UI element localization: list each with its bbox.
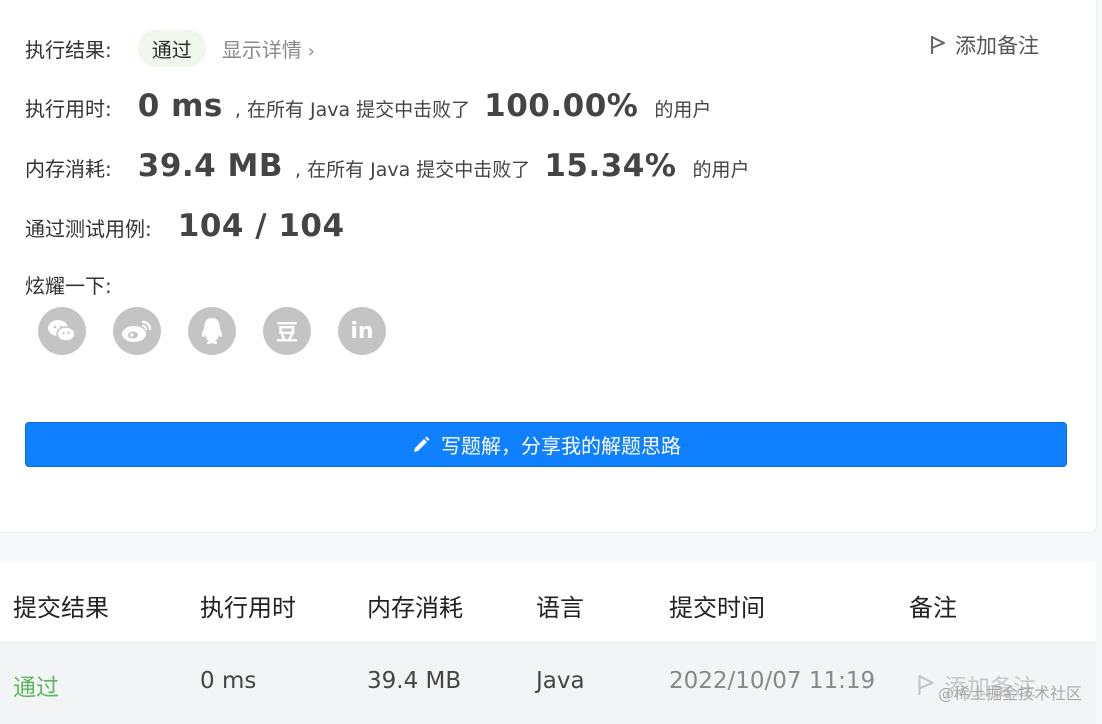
tests-value: 104 / 104	[177, 208, 345, 244]
flag-icon	[918, 675, 934, 695]
row-runtime: 0 ms	[200, 668, 257, 694]
linkedin-glyph: in	[350, 318, 374, 344]
watermark: @稀土掘金技术社区	[937, 684, 1082, 703]
row-submit-time: 2022/10/07 11:19	[669, 668, 876, 694]
share-icons: 豆 in	[38, 307, 386, 355]
weibo-icon[interactable]	[113, 307, 161, 355]
pencil-icon	[414, 436, 430, 452]
table-header: 提交结果 执行用时 内存消耗 语言 提交时间 备注	[0, 562, 1096, 643]
result-label: 执行结果:	[25, 38, 112, 62]
table-row[interactable]: 通过 0 ms 39.4 MB Java 2022/10/07 11:19 添加…	[0, 644, 1096, 724]
memory-row: 内存消耗: 39.4 MB , 在所有 Java 提交中击败了 15.34% 的…	[25, 148, 749, 184]
row-memory: 39.4 MB	[367, 668, 462, 694]
memory-label: 内存消耗:	[25, 157, 112, 181]
result-card: 执行结果: 通过 显示详情 › 添加备注 执行用时: 0 ms , 在所有 Jav…	[0, 0, 1097, 533]
write-solution-label: 写题解，分享我的解题思路	[441, 434, 681, 458]
memory-value: 39.4 MB	[137, 148, 284, 184]
header-result: 提交结果	[13, 594, 109, 622]
header-note: 备注	[909, 594, 957, 622]
header-memory: 内存消耗	[367, 594, 463, 622]
submissions-table: 提交结果 执行用时 内存消耗 语言 提交时间 备注 通过 0 ms 39.4 M…	[0, 562, 1096, 724]
runtime-label: 执行用时:	[25, 97, 112, 121]
share-label: 炫耀一下:	[25, 274, 112, 298]
runtime-value: 0 ms	[137, 88, 223, 124]
qq-icon[interactable]	[188, 307, 236, 355]
runtime-row: 执行用时: 0 ms , 在所有 Java 提交中击败了 100.00% 的用户	[25, 88, 711, 124]
result-row: 执行结果: 通过 显示详情 ›	[25, 30, 315, 67]
add-note-label: 添加备注	[955, 34, 1039, 58]
memory-beat-text: , 在所有 Java 提交中击败了	[295, 159, 531, 181]
runtime-beat-text: , 在所有 Java 提交中击败了	[234, 99, 471, 121]
runtime-percent: 100.00%	[484, 88, 639, 124]
show-details-link[interactable]: 显示详情 ›	[222, 34, 315, 63]
tests-row: 通过测试用例: 104 / 104	[25, 208, 345, 244]
status-badge: 通过	[137, 30, 206, 67]
douban-icon[interactable]: 豆	[263, 307, 311, 355]
header-runtime: 执行用时	[200, 594, 296, 622]
douban-glyph: 豆	[275, 321, 298, 346]
add-note-button[interactable]: 添加备注	[929, 30, 1039, 60]
memory-suffix: 的用户	[692, 159, 750, 181]
header-language: 语言	[536, 594, 584, 622]
memory-percent: 15.34%	[544, 148, 677, 184]
tests-label: 通过测试用例:	[25, 217, 152, 241]
chevron-right-icon: ›	[307, 41, 315, 62]
flag-icon	[931, 36, 945, 54]
row-result[interactable]: 通过	[13, 668, 59, 702]
show-details-label: 显示详情	[221, 38, 302, 62]
write-solution-button[interactable]: 写题解，分享我的解题思路	[25, 422, 1067, 467]
runtime-suffix: 的用户	[654, 99, 712, 121]
header-submit-time: 提交时间	[669, 594, 765, 622]
linkedin-icon[interactable]: in	[338, 307, 386, 355]
wechat-icon[interactable]	[38, 307, 86, 355]
row-language: Java	[536, 668, 585, 694]
